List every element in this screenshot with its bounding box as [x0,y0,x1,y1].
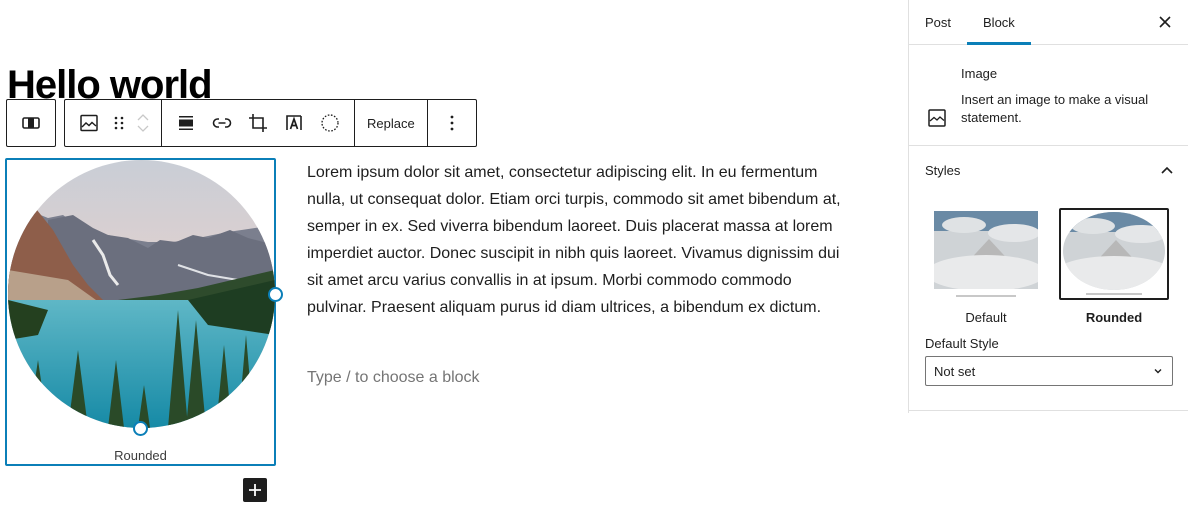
paragraph-block[interactable]: Lorem ipsum dolor sit amet, consectetur … [307,159,847,321]
block-card-description: Insert an image to make a visual stateme… [961,92,1149,125]
preview-image [934,211,1038,289]
align-icon [22,117,40,129]
chevron-down-icon [1154,369,1162,374]
drag-handle-button[interactable] [107,105,131,141]
styles-panel-title[interactable]: Styles [925,163,960,178]
more-options-button[interactable] [434,105,470,141]
toolbar-group-main: Replace [64,99,477,147]
move-down-icon[interactable] [136,125,150,133]
block-card-title: Image [961,66,998,81]
replace-button[interactable]: Replace [361,116,421,131]
block-mover [131,105,155,141]
style-preview-rounded [1059,208,1169,300]
image-icon [80,114,98,132]
duotone-button[interactable] [312,105,348,141]
default-style-value: Not set [934,363,976,379]
text-overlay-icon [286,115,302,130]
preview-image [1063,212,1165,290]
more-options-icon [450,115,454,131]
style-option-default[interactable]: Default [931,208,1041,325]
resize-handle-bottom[interactable] [133,421,148,436]
style-preview-default [931,208,1041,300]
align-full-button[interactable] [168,105,204,141]
drag-handle-icon [114,116,124,130]
preview-caption [956,295,1016,297]
crop-icon [249,114,267,132]
sidebar-tabs: Post Block [909,0,1188,45]
link-button[interactable] [204,105,240,141]
image-icon [928,109,946,127]
tab-post[interactable]: Post [909,0,967,44]
resize-handle-right[interactable] [268,287,283,302]
text-overlay-button[interactable] [276,105,312,141]
style-label-default: Default [965,310,1007,325]
close-icon [1159,16,1171,28]
style-label-rounded: Rounded [1085,310,1143,325]
align-button[interactable] [13,105,49,141]
crop-button[interactable] [240,105,276,141]
default-style-label: Default Style [925,336,999,351]
block-inserter-button[interactable] [243,478,267,502]
block-toolbar: Replace [6,99,477,147]
move-up-icon[interactable] [136,113,150,121]
plus-icon [249,484,261,496]
tab-block[interactable]: Block [967,0,1031,45]
styles-panel: Styles Default Rounded Default Style Not [909,146,1188,411]
editor-canvas: Hello world Replace Rounded Lorem ipsum … [0,0,908,515]
link-icon [212,118,232,128]
landscape-image[interactable] [8,160,275,428]
default-style-select[interactable]: Not set [925,356,1173,386]
image-caption[interactable]: Rounded [7,448,274,463]
preview-caption [1086,293,1142,295]
align-full-icon [179,116,193,130]
settings-sidebar: Post Block Image Insert an image to make… [908,0,1188,413]
chevron-up-icon[interactable] [1159,163,1175,179]
close-sidebar-button[interactable] [1156,13,1174,31]
block-type-button[interactable] [71,105,107,141]
style-option-rounded[interactable]: Rounded [1059,208,1169,325]
duotone-icon [321,114,339,132]
toolbar-group-parent [6,99,56,147]
block-placeholder[interactable]: Type / to choose a block [307,364,480,391]
image-block[interactable]: Rounded [5,158,283,466]
